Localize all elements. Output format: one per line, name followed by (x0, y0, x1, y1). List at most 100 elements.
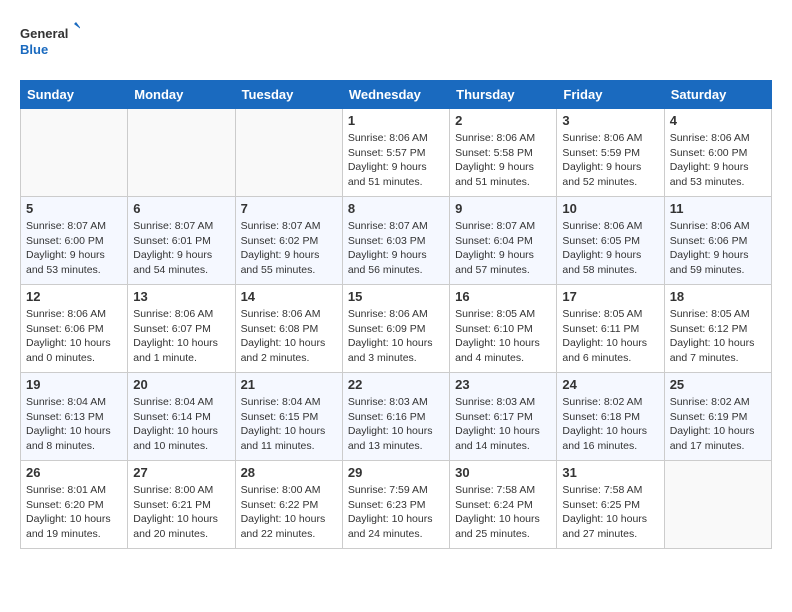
day-number: 8 (348, 201, 444, 216)
day-number: 23 (455, 377, 551, 392)
day-info: Sunrise: 8:06 AM Sunset: 6:05 PM Dayligh… (562, 219, 658, 278)
calendar-cell: 12 Sunrise: 8:06 AM Sunset: 6:06 PM Dayli… (21, 285, 128, 373)
calendar-cell: 2 Sunrise: 8:06 AM Sunset: 5:58 PM Daylig… (450, 109, 557, 197)
day-number: 22 (348, 377, 444, 392)
day-info: Sunrise: 8:06 AM Sunset: 5:59 PM Dayligh… (562, 131, 658, 190)
day-number: 3 (562, 113, 658, 128)
calendar-cell: 1 Sunrise: 8:06 AM Sunset: 5:57 PM Daylig… (342, 109, 449, 197)
day-info: Sunrise: 8:03 AM Sunset: 6:17 PM Dayligh… (455, 395, 551, 454)
calendar-cell: 27 Sunrise: 8:00 AM Sunset: 6:21 PM Dayli… (128, 461, 235, 549)
day-info: Sunrise: 7:59 AM Sunset: 6:23 PM Dayligh… (348, 483, 444, 542)
day-number: 9 (455, 201, 551, 216)
calendar-cell: 23 Sunrise: 8:03 AM Sunset: 6:17 PM Dayli… (450, 373, 557, 461)
day-of-week-header: Tuesday (235, 81, 342, 109)
day-of-week-header: Wednesday (342, 81, 449, 109)
day-number: 16 (455, 289, 551, 304)
day-number: 30 (455, 465, 551, 480)
logo-icon: General Blue (20, 20, 80, 64)
calendar-cell: 24 Sunrise: 8:02 AM Sunset: 6:18 PM Dayli… (557, 373, 664, 461)
calendar-cell: 16 Sunrise: 8:05 AM Sunset: 6:10 PM Dayli… (450, 285, 557, 373)
day-number: 15 (348, 289, 444, 304)
calendar-cell: 8 Sunrise: 8:07 AM Sunset: 6:03 PM Daylig… (342, 197, 449, 285)
day-of-week-header: Saturday (664, 81, 771, 109)
calendar-cell: 5 Sunrise: 8:07 AM Sunset: 6:00 PM Daylig… (21, 197, 128, 285)
calendar-cell: 30 Sunrise: 7:58 AM Sunset: 6:24 PM Dayli… (450, 461, 557, 549)
day-info: Sunrise: 8:07 AM Sunset: 6:00 PM Dayligh… (26, 219, 122, 278)
day-of-week-header: Friday (557, 81, 664, 109)
day-info: Sunrise: 8:06 AM Sunset: 5:57 PM Dayligh… (348, 131, 444, 190)
calendar-cell: 19 Sunrise: 8:04 AM Sunset: 6:13 PM Dayli… (21, 373, 128, 461)
calendar-cell: 20Sunrise: 8:04 AM Sunset: 6:14 PM Dayli… (128, 373, 235, 461)
day-number: 6 (133, 201, 229, 216)
calendar-cell: 21 Sunrise: 8:04 AM Sunset: 6:15 PM Dayli… (235, 373, 342, 461)
day-info: Sunrise: 8:05 AM Sunset: 6:10 PM Dayligh… (455, 307, 551, 366)
day-number: 14 (241, 289, 337, 304)
calendar-cell: 6 Sunrise: 8:07 AM Sunset: 6:01 PM Daylig… (128, 197, 235, 285)
day-info: Sunrise: 7:58 AM Sunset: 6:25 PM Dayligh… (562, 483, 658, 542)
page-header: General Blue (20, 20, 772, 64)
calendar-cell (664, 461, 771, 549)
svg-text:Blue: Blue (20, 42, 48, 57)
day-info: Sunrise: 8:05 AM Sunset: 6:11 PM Dayligh… (562, 307, 658, 366)
svg-text:General: General (20, 26, 68, 41)
day-info: Sunrise: 7:58 AM Sunset: 6:24 PM Dayligh… (455, 483, 551, 542)
day-number: 5 (26, 201, 122, 216)
calendar-cell: 25 Sunrise: 8:02 AM Sunset: 6:19 PM Dayli… (664, 373, 771, 461)
day-info: Sunrise: 8:02 AM Sunset: 6:18 PM Dayligh… (562, 395, 658, 454)
day-info: Sunrise: 8:05 AM Sunset: 6:12 PM Dayligh… (670, 307, 766, 366)
calendar-cell: 31 Sunrise: 7:58 AM Sunset: 6:25 PM Dayli… (557, 461, 664, 549)
day-number: 27 (133, 465, 229, 480)
day-info: Sunrise: 8:04 AM Sunset: 6:15 PM Dayligh… (241, 395, 337, 454)
day-number: 31 (562, 465, 658, 480)
day-info: Sunrise: 8:06 AM Sunset: 6:00 PM Dayligh… (670, 131, 766, 190)
day-info: Sunrise: 8:06 AM Sunset: 6:06 PM Dayligh… (26, 307, 122, 366)
day-of-week-header: Sunday (21, 81, 128, 109)
calendar-cell: 17Sunrise: 8:05 AM Sunset: 6:11 PM Dayli… (557, 285, 664, 373)
day-number: 26 (26, 465, 122, 480)
day-number: 2 (455, 113, 551, 128)
day-info: Sunrise: 8:07 AM Sunset: 6:03 PM Dayligh… (348, 219, 444, 278)
day-info: Sunrise: 8:02 AM Sunset: 6:19 PM Dayligh… (670, 395, 766, 454)
day-number: 18 (670, 289, 766, 304)
day-number: 21 (241, 377, 337, 392)
day-of-week-header: Monday (128, 81, 235, 109)
calendar-cell (21, 109, 128, 197)
day-number: 28 (241, 465, 337, 480)
day-info: Sunrise: 8:00 AM Sunset: 6:22 PM Dayligh… (241, 483, 337, 542)
day-info: Sunrise: 8:06 AM Sunset: 5:58 PM Dayligh… (455, 131, 551, 190)
day-info: Sunrise: 8:06 AM Sunset: 6:06 PM Dayligh… (670, 219, 766, 278)
day-info: Sunrise: 8:03 AM Sunset: 6:16 PM Dayligh… (348, 395, 444, 454)
day-info: Sunrise: 8:04 AM Sunset: 6:13 PM Dayligh… (26, 395, 122, 454)
calendar-cell: 3 Sunrise: 8:06 AM Sunset: 5:59 PM Daylig… (557, 109, 664, 197)
day-number: 25 (670, 377, 766, 392)
calendar-cell: 4 Sunrise: 8:06 AM Sunset: 6:00 PM Daylig… (664, 109, 771, 197)
day-info: Sunrise: 8:07 AM Sunset: 6:01 PM Dayligh… (133, 219, 229, 278)
day-number: 24 (562, 377, 658, 392)
day-info: Sunrise: 8:06 AM Sunset: 6:07 PM Dayligh… (133, 307, 229, 366)
calendar-cell: 26 Sunrise: 8:01 AM Sunset: 6:20 PM Dayli… (21, 461, 128, 549)
logo: General Blue (20, 20, 80, 64)
day-number: 19 (26, 377, 122, 392)
day-number: 29 (348, 465, 444, 480)
calendar-cell: 13Sunrise: 8:06 AM Sunset: 6:07 PM Dayli… (128, 285, 235, 373)
calendar-table: SundayMondayTuesdayWednesdayThursdayFrid… (20, 80, 772, 549)
day-of-week-header: Thursday (450, 81, 557, 109)
day-info: Sunrise: 8:01 AM Sunset: 6:20 PM Dayligh… (26, 483, 122, 542)
calendar-cell: 10Sunrise: 8:06 AM Sunset: 6:05 PM Dayli… (557, 197, 664, 285)
calendar-cell (128, 109, 235, 197)
day-number: 12 (26, 289, 122, 304)
day-number: 11 (670, 201, 766, 216)
calendar-cell: 22 Sunrise: 8:03 AM Sunset: 6:16 PM Dayli… (342, 373, 449, 461)
day-info: Sunrise: 8:06 AM Sunset: 6:08 PM Dayligh… (241, 307, 337, 366)
calendar-cell: 29 Sunrise: 7:59 AM Sunset: 6:23 PM Dayli… (342, 461, 449, 549)
calendar-cell: 11 Sunrise: 8:06 AM Sunset: 6:06 PM Dayli… (664, 197, 771, 285)
day-number: 7 (241, 201, 337, 216)
calendar-cell (235, 109, 342, 197)
day-info: Sunrise: 8:00 AM Sunset: 6:21 PM Dayligh… (133, 483, 229, 542)
calendar-cell: 7Sunrise: 8:07 AM Sunset: 6:02 PM Daylig… (235, 197, 342, 285)
day-number: 4 (670, 113, 766, 128)
day-number: 1 (348, 113, 444, 128)
calendar-cell: 14 Sunrise: 8:06 AM Sunset: 6:08 PM Dayli… (235, 285, 342, 373)
day-info: Sunrise: 8:06 AM Sunset: 6:09 PM Dayligh… (348, 307, 444, 366)
day-info: Sunrise: 8:04 AM Sunset: 6:14 PM Dayligh… (133, 395, 229, 454)
